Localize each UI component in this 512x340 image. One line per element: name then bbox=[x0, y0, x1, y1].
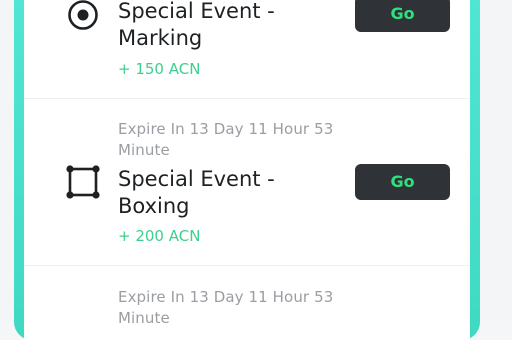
task-expire-text: Expire In 13 Day 11 Hour 53 Minute bbox=[118, 120, 334, 159]
task-title: Special Event - Boxing bbox=[118, 167, 275, 218]
radio-target-icon bbox=[68, 0, 98, 30]
screen: Special Event - Marking + 150 ACN Go Exp… bbox=[0, 0, 512, 340]
task-title: Special Event - Marking bbox=[118, 0, 275, 50]
go-button[interactable]: Go bbox=[355, 164, 450, 200]
task-expire-text: Expire In 13 Day 11 Hour 53 Minute bbox=[118, 288, 334, 327]
task-item-marking: Special Event - Marking + 150 ACN Go bbox=[24, 0, 470, 99]
task-reward: + 150 ACN bbox=[118, 60, 201, 78]
task-item-partial: Expire In 13 Day 11 Hour 53 Minute bbox=[24, 266, 470, 327]
go-button[interactable]: Go bbox=[355, 0, 450, 32]
task-item-boxing: Expire In 13 Day 11 Hour 53 Minute Speci… bbox=[24, 99, 470, 266]
bounding-box-icon bbox=[66, 165, 100, 199]
task-reward: + 200 ACN bbox=[118, 227, 201, 245]
